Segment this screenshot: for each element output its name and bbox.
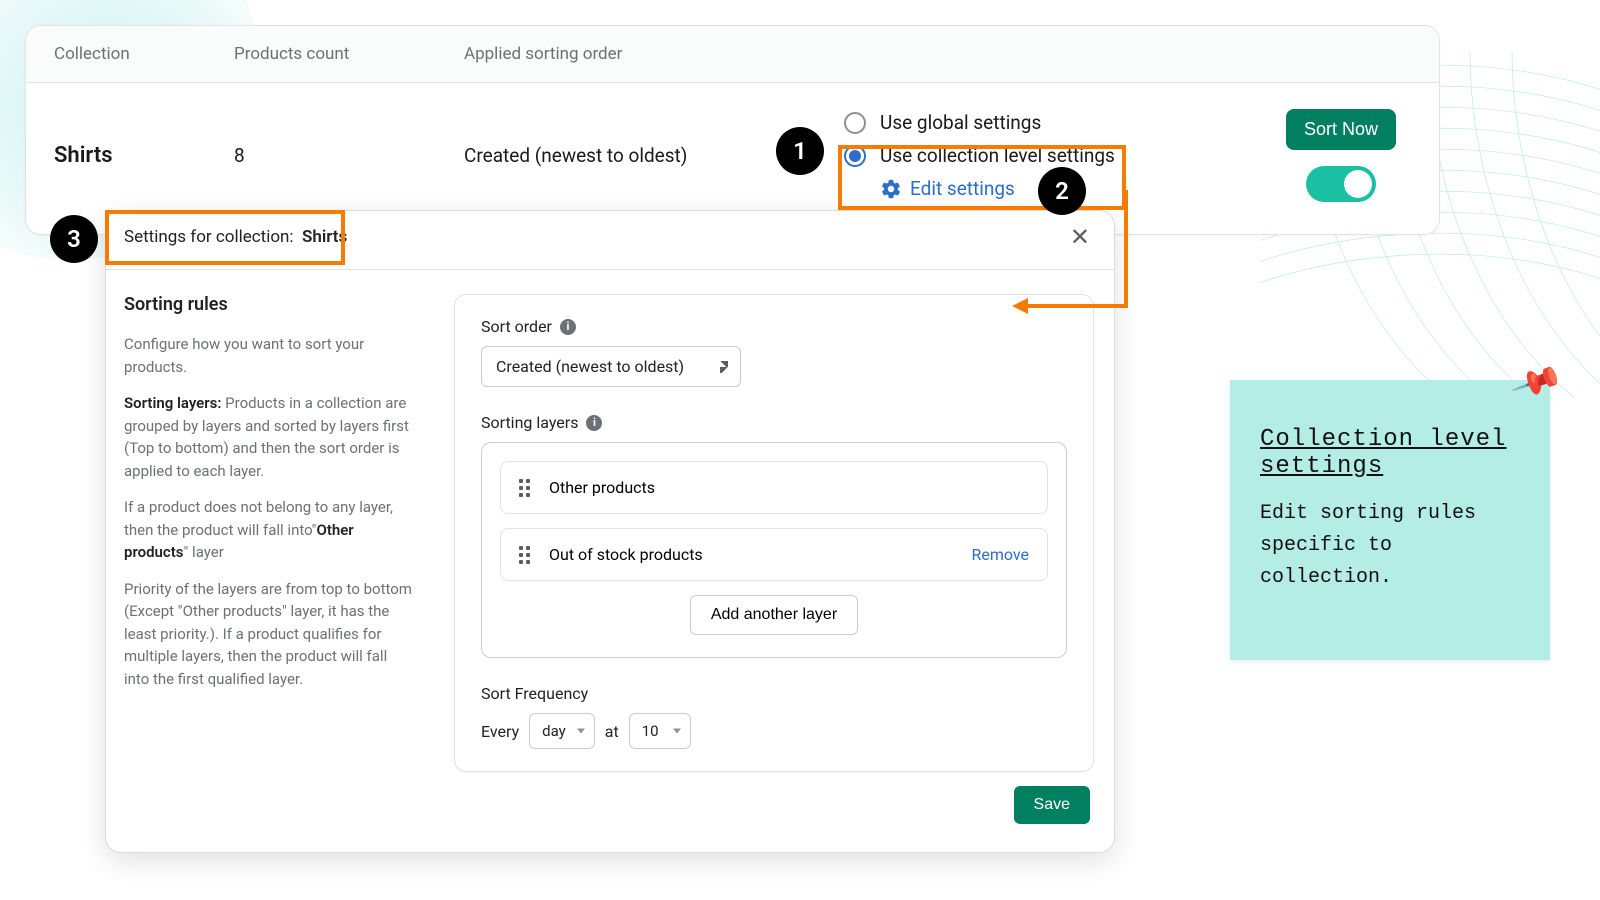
drag-handle-icon[interactable] <box>519 546 533 564</box>
info-icon[interactable]: i <box>560 319 576 335</box>
products-count-value: 8 <box>234 144 464 167</box>
sort-frequency-label: Sort Frequency <box>481 684 1067 703</box>
header-products-count: Products count <box>234 44 464 64</box>
freq-at-label: at <box>605 722 619 741</box>
collection-settings-modal: Settings for collection: Shirts ✕ Sortin… <box>105 210 1115 853</box>
sorting-layers-box: Other products Out of stock products Rem… <box>481 442 1067 658</box>
modal-title-prefix: Settings for collection: <box>124 227 294 247</box>
sorting-rules-heading: Sorting rules <box>124 294 414 315</box>
modal-title: Settings for collection: Shirts <box>124 227 347 247</box>
radio-use-collection[interactable]: Use collection level settings <box>844 144 1271 167</box>
sort-now-button[interactable]: Sort Now <box>1286 109 1396 150</box>
close-icon[interactable]: ✕ <box>1070 225 1090 249</box>
step-badge-1: 1 <box>776 127 824 175</box>
layer-row-out-of-stock[interactable]: Out of stock products Remove <box>500 528 1048 581</box>
freq-hour-select[interactable]: 10 <box>629 713 691 749</box>
sticky-title: Collection level settings <box>1260 426 1520 480</box>
modal-title-collection-name: Shirts <box>302 227 347 247</box>
step-badge-3: 3 <box>50 215 98 263</box>
radio-icon <box>844 112 866 134</box>
remove-layer-link[interactable]: Remove <box>971 545 1029 564</box>
layer-label: Out of stock products <box>549 545 703 564</box>
table-header-row: Collection Products count Applied sortin… <box>26 26 1439 83</box>
collections-table-card: Collection Products count Applied sortin… <box>25 25 1440 235</box>
auto-sort-toggle[interactable] <box>1306 166 1376 202</box>
gear-icon <box>880 178 902 200</box>
info-icon[interactable]: i <box>586 415 602 431</box>
save-button[interactable]: Save <box>1014 786 1090 824</box>
help-p1: Configure how you want to sort your prod… <box>124 333 414 378</box>
sticky-body: Edit sorting rules specific to collectio… <box>1260 498 1520 594</box>
help-p4: Priority of the layers are from top to b… <box>124 578 414 691</box>
edit-settings-label: Edit settings <box>910 177 1015 200</box>
step-badge-2: 2 <box>1038 167 1086 215</box>
layer-label: Other products <box>549 478 655 497</box>
add-layer-button[interactable]: Add another layer <box>690 595 858 635</box>
sort-order-select[interactable]: Created (newest to oldest) <box>481 346 741 387</box>
modal-header: Settings for collection: Shirts ✕ <box>106 211 1114 270</box>
help-p3: If a product does not belong to any laye… <box>124 496 414 564</box>
collection-name: Shirts <box>54 143 234 168</box>
sort-order-label: Sort order i <box>481 317 1067 336</box>
sticky-note: 📌 Collection level settings Edit sorting… <box>1230 380 1550 660</box>
radio-icon <box>844 145 866 167</box>
radio-use-global[interactable]: Use global settings <box>844 111 1271 134</box>
freq-unit-select[interactable]: day <box>529 713 595 749</box>
layer-row-other-products[interactable]: Other products <box>500 461 1048 514</box>
sort-order-select-value: Created (newest to oldest) <box>496 357 684 376</box>
sort-frequency-row: Every day at 10 <box>481 713 1067 749</box>
modal-help-column: Sorting rules Configure how you want to … <box>124 294 414 772</box>
header-applied-sort: Applied sorting order <box>464 44 844 64</box>
radio-use-global-label: Use global settings <box>880 111 1041 134</box>
help-p2: Sorting layers: Products in a collection… <box>124 392 414 482</box>
header-collection: Collection <box>54 44 234 64</box>
freq-every-label: Every <box>481 722 519 741</box>
drag-handle-icon[interactable] <box>519 479 533 497</box>
sorting-layers-label: Sorting layers i <box>481 413 1067 432</box>
radio-use-collection-label: Use collection level settings <box>880 144 1115 167</box>
modal-form-column: Sort order i Created (newest to oldest) … <box>454 294 1094 772</box>
